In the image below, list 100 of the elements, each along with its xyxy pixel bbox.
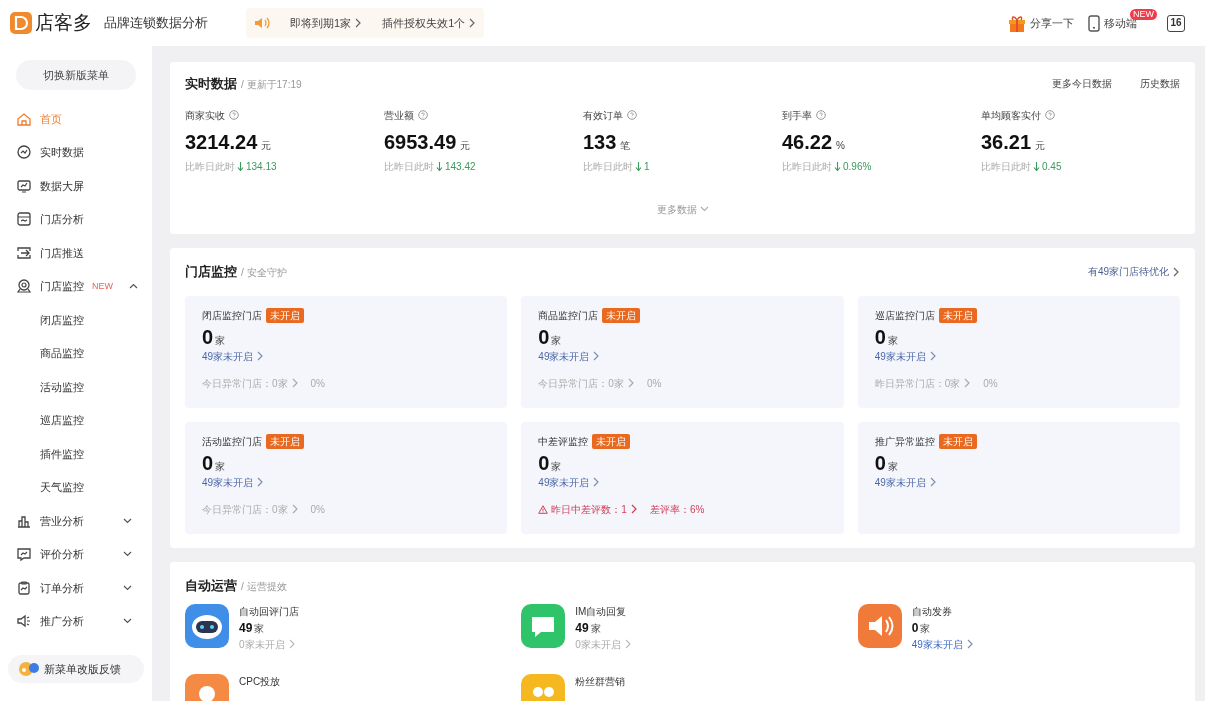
metric-delta: 143.42 (445, 159, 476, 174)
compare-label: 比昨日此时 (981, 159, 1031, 174)
bad-review-link[interactable]: 昨日中差评数：1 (538, 501, 638, 517)
monitor-screen-icon (16, 177, 32, 194)
tile-link[interactable]: 49家未开启 (202, 348, 265, 364)
metric-unit: % (836, 138, 845, 153)
tile-unit: 家 (551, 459, 562, 474)
status-tag: 未开启 (602, 307, 641, 323)
chevron-down-icon (699, 206, 709, 212)
sidebar-item[interactable]: 数据大屏 (8, 169, 144, 203)
feedback-button[interactable]: 新菜单改版反馈 (8, 655, 144, 683)
metric-unit: 元 (1035, 138, 1046, 153)
tile-title: 推广异常监控 (874, 434, 935, 449)
logo-icon (10, 12, 32, 34)
feature-count: 49 (239, 619, 253, 637)
sidebar-subitem[interactable]: 巡店监控 (8, 403, 144, 437)
sidebar-subitem[interactable]: 闭店监控 (8, 303, 144, 337)
abnormal-rate: 0% (983, 376, 998, 391)
sidebar-item[interactable]: 评价分析 (8, 537, 144, 571)
header-button[interactable]: 分享一下 (1008, 14, 1074, 32)
chevron-right-icon (928, 477, 937, 488)
notice-link[interactable]: 即将到期1家 (290, 14, 363, 32)
sidebar-subitem[interactable]: 插件监控 (8, 437, 144, 471)
optimize-link[interactable]: 有49家门店待优化 (1087, 264, 1180, 280)
feature-unit: 家 (590, 621, 601, 636)
feature-unit: 家 (920, 621, 931, 636)
sidebar-item[interactable]: 门店监控 NEW (8, 269, 144, 303)
metric-unit: 元 (261, 138, 272, 153)
section-title: 门店监控 (185, 263, 237, 281)
help-icon (418, 110, 428, 120)
chevron-right-icon (256, 351, 265, 361)
tile-title: 中差评监控 (538, 434, 589, 449)
chart-circle-icon (16, 144, 32, 161)
status-tag: 未开启 (266, 433, 304, 449)
feature-link[interactable]: 49家未开启 (911, 636, 974, 652)
help-icon (229, 110, 239, 120)
chevron-right-icon (1172, 266, 1180, 277)
chevron-right-icon (354, 18, 363, 28)
metric-delta: 1 (644, 159, 650, 174)
phone-icon (1088, 14, 1100, 32)
new-label: NEW (92, 279, 113, 293)
status-tag: 未开启 (938, 433, 977, 449)
switch-menu-button[interactable]: 切换新版菜单 (16, 60, 136, 90)
tile-count: 0 (202, 450, 214, 475)
tile-unit: 家 (551, 333, 562, 348)
metric-label: 到手率 (782, 108, 812, 123)
speaker-icon (16, 613, 32, 630)
store-icon (16, 211, 32, 228)
header-link[interactable]: 历史数据 (1140, 76, 1180, 92)
feature-title: 自动发券 (911, 604, 953, 619)
sidebar-item[interactable]: 营业分析 (8, 504, 144, 538)
warning-icon (538, 504, 549, 514)
chevron-right-icon (963, 378, 972, 388)
notice-link[interactable]: 插件授权失效1个 (382, 14, 477, 32)
tile-count: 0 (538, 324, 550, 349)
abnormal-rate: 0% (646, 376, 662, 391)
down-arrow-icon (237, 161, 244, 171)
tile-unit: 家 (887, 459, 898, 474)
sidebar-item[interactable]: 实时数据 (8, 135, 144, 169)
sidebar-item[interactable]: 订单分析 (8, 571, 144, 605)
tile-count: 0 (202, 324, 214, 349)
section-subtitle: / 更新于17:19 (241, 78, 302, 92)
down-arrow-icon (635, 161, 642, 171)
compare-label: 比昨日此时 (782, 159, 832, 174)
compare-label: 比昨日此时 (583, 159, 633, 174)
sidebar-item[interactable]: 门店分析 (8, 202, 144, 236)
feature-unit: 家 (254, 621, 265, 636)
tile-count: 0 (874, 450, 886, 475)
gift-icon (1008, 14, 1026, 32)
tile-link[interactable]: 49家未开启 (538, 474, 601, 490)
tile-link[interactable]: 49家未开启 (874, 474, 937, 490)
abnormal-rate: 0% (310, 376, 325, 391)
push-icon (16, 244, 32, 261)
compare-label: 比昨日此时 (185, 159, 235, 174)
feature-count: 49 (575, 619, 589, 637)
sidebar-item[interactable]: 门店推送 (8, 236, 144, 270)
down-arrow-icon (1033, 161, 1040, 171)
sidebar-item[interactable]: 推广分析 (8, 604, 144, 638)
sidebar-subitem[interactable]: 活动监控 (8, 370, 144, 404)
app-subtitle: 品牌连锁数据分析 (104, 14, 208, 33)
section-title: 自动运营 (185, 577, 237, 595)
down-arrow-icon (436, 161, 443, 171)
new-badge: NEW (1130, 8, 1157, 20)
metric-value: 36.21 (981, 129, 1032, 155)
chevron-right-icon (290, 378, 299, 388)
status-tag: 未开启 (266, 307, 304, 323)
chevron-right-icon (592, 477, 601, 488)
tile-link[interactable]: 49家未开启 (202, 474, 265, 490)
sidebar-subitem[interactable]: 天气监控 (8, 470, 144, 504)
calendar-button[interactable]: 16 (1167, 14, 1185, 32)
tile-link[interactable]: 49家未开启 (538, 348, 601, 364)
compare-label: 比昨日此时 (384, 159, 434, 174)
header-link[interactable]: 更多今日数据 (1052, 76, 1112, 92)
tile-unit: 家 (887, 333, 898, 348)
tile-link[interactable]: 49家未开启 (874, 348, 937, 364)
camera-icon (16, 278, 32, 295)
sidebar-subitem[interactable]: 商品监控 (8, 336, 144, 370)
help-icon (1045, 110, 1055, 120)
status-tag: 未开启 (592, 433, 631, 449)
tile-unit: 家 (215, 333, 226, 348)
